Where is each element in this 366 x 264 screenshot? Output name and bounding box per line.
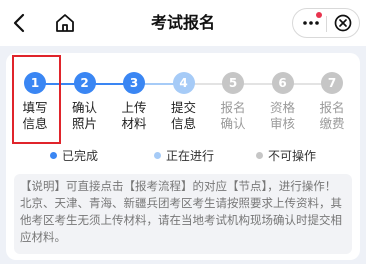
more-button[interactable] [297, 9, 325, 37]
step-label: 资格 审核 [269, 100, 295, 131]
step-label: 报名 缴费 [319, 100, 345, 131]
step-label: 确认 照片 [71, 100, 97, 131]
legend-in-progress: 正在进行 [154, 147, 214, 163]
status-legend: 已完成 正在进行 不可操作 [6, 147, 360, 163]
process-steps: 1 填写 信息 2 确认 照片 3 上传 材料 4 提交 信息 5 报名 确认 6 资格 审核 7 报名 … [6, 53, 360, 153]
step-7: 7 报名 缴费 [312, 72, 352, 132]
navigation-bar: 考试报名 [0, 0, 366, 46]
legend-in-progress-label: 正在进行 [166, 148, 215, 163]
instruction-note: 【说明】可直接点击【报考流程】的对应【节点】，进行操作！ 北京、天津、青海、新疆… [14, 174, 352, 254]
step-label: 上传 材料 [121, 100, 147, 131]
step-label: 填写 信息 [22, 100, 48, 131]
done-dot [50, 151, 57, 159]
step-number-badge: 2 [73, 72, 96, 94]
registration-process-card: 1 填写 信息 2 确认 照片 3 上传 材料 4 提交 信息 5 报名 确认 6 资格 审核 7 报名 … [6, 53, 360, 260]
disabled-dot [256, 151, 263, 159]
legend-done-label: 已完成 [62, 148, 99, 163]
step-number-badge: 6 [271, 72, 294, 94]
step-label: 报名 确认 [220, 100, 246, 131]
step-number-badge: 4 [172, 72, 195, 94]
step-2[interactable]: 2 确认 照片 [65, 72, 105, 132]
home-icon [56, 14, 74, 32]
step-1[interactable]: 1 填写 信息 [15, 72, 55, 132]
step-number-badge: 1 [24, 72, 46, 94]
legend-disabled-label: 不可操作 [268, 148, 317, 163]
close-button[interactable] [329, 9, 357, 37]
step-number-badge: 7 [321, 72, 343, 94]
step-number-badge: 5 [222, 72, 244, 94]
step-4[interactable]: 4 提交 信息 [164, 72, 204, 132]
capsule-divider [326, 16, 327, 32]
step-6: 6 资格 审核 [263, 72, 303, 132]
in-progress-dot [154, 151, 161, 159]
close-circle-icon [334, 14, 352, 32]
notification-dot [316, 12, 322, 18]
home-button[interactable] [53, 9, 77, 37]
step-number-badge: 3 [123, 72, 145, 94]
step-3[interactable]: 3 上传 材料 [114, 72, 154, 132]
back-button[interactable] [8, 9, 30, 37]
mini-program-capsule [292, 8, 360, 38]
step-5: 5 报名 确认 [213, 72, 253, 132]
step-label: 提交 信息 [170, 100, 196, 131]
legend-done: 已完成 [50, 147, 98, 163]
legend-disabled: 不可操作 [256, 147, 316, 163]
chevron-left-icon [13, 13, 25, 33]
